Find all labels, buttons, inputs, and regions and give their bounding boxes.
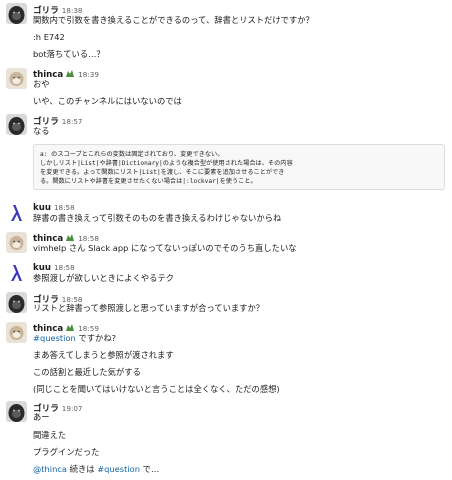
gorilla-avatar-icon	[6, 292, 27, 313]
message-text: この話割と最近した気がする	[33, 367, 141, 377]
timestamp[interactable]: 18:58	[78, 234, 99, 243]
user-mention-thinca[interactable]: @thinca	[33, 464, 67, 474]
avatar-kuu[interactable]	[6, 202, 27, 223]
thinca-avatar-icon	[6, 68, 27, 89]
lambda-avatar-icon	[6, 202, 27, 223]
gorilla-avatar-icon	[6, 3, 27, 24]
message-text: まあ答えてしまうと参照が渡されます	[33, 350, 174, 360]
message-text: おや	[33, 79, 50, 89]
channel-link-question[interactable]: #question	[97, 464, 140, 474]
message-text: 間違えた	[33, 430, 67, 440]
message-text: :h E742	[33, 32, 65, 42]
message-text: bot落ちている…？	[33, 49, 105, 59]
message-group: ゴリラ 19:07	[0, 401, 452, 423]
gorilla-avatar-icon	[6, 114, 27, 135]
message-text-rest: ですかね?	[75, 333, 117, 343]
status-emoji-icon	[66, 70, 75, 77]
avatar-gorilla[interactable]	[6, 114, 27, 135]
avatar-gorilla[interactable]	[6, 292, 27, 313]
message-text-mid: 続きは	[67, 464, 98, 474]
avatar-kuu[interactable]	[6, 262, 27, 283]
message-text: (同じことを聞いてはいけないと言うことは全くなく、ただの感想)	[33, 384, 280, 394]
message-text: 参照渡しが欲しいときによくやるテク	[33, 273, 175, 283]
avatar-thinca[interactable]	[6, 68, 27, 89]
message-text: あー	[33, 412, 50, 422]
avatar-thinca[interactable]	[6, 232, 27, 253]
timestamp[interactable]: 18:58	[54, 263, 75, 272]
username[interactable]: kuu	[33, 203, 51, 213]
message-text: #question ですかね?	[33, 333, 116, 344]
code-block: a: のスコープとこれらの変数は固定されており、変更できない。 しかしリスト|L…	[33, 144, 445, 190]
status-emoji-icon	[66, 324, 75, 331]
username[interactable]: kuu	[33, 263, 51, 273]
timestamp[interactable]: 18:58	[54, 203, 75, 212]
message-text-end: で…	[140, 464, 160, 474]
message-text: 関数内で引数を書き換えることができるのって、辞書とリストだけですか？	[33, 15, 314, 25]
timestamp[interactable]: 18:39	[78, 70, 99, 79]
thinca-avatar-icon	[6, 322, 27, 343]
timestamp[interactable]: 18:59	[78, 324, 99, 333]
channel-link-question[interactable]: #question	[33, 333, 76, 343]
status-emoji-icon	[66, 234, 75, 241]
message-text: @thinca 続きは #question で…	[33, 464, 159, 475]
chat-message-list: ゴリラ 18:38 関数内で引数を書き換えることができるのって、辞書とリストだけで…	[0, 0, 452, 480]
code-line: を変更できる。よって関数にリスト|List|を渡し、そこに要素を追加させることが…	[40, 169, 285, 176]
code-line: しかしリスト|List|や辞書|Dictionary|のような複合型が使用された…	[40, 160, 293, 167]
message-text: 辞書の書き換えって引数そのものを書き換えるわけじゃないからね	[33, 213, 282, 223]
message-text: いや、このチャンネルにはいないのでは	[33, 96, 182, 106]
message-text: リストと辞書って参照渡しと思っていますが合っていますか？	[33, 303, 265, 313]
timestamp[interactable]: 19:07	[62, 404, 83, 413]
message-text: プラグインだった	[33, 447, 100, 457]
avatar-thinca[interactable]	[6, 322, 27, 343]
lambda-avatar-icon	[6, 262, 27, 283]
message-text: なる	[33, 126, 50, 136]
message-group: thinca 18:39	[0, 68, 452, 90]
code-line: る。関数にリストや辞書を変更させたくない場合は|:lockvar|を使うこと。	[40, 178, 257, 185]
thinca-avatar-icon	[6, 232, 27, 253]
timestamp[interactable]: 18:57	[62, 117, 83, 126]
code-line: a: のスコープとこれらの変数は固定されており、変更できない。	[40, 151, 224, 158]
avatar-gorilla[interactable]	[6, 401, 27, 422]
message-group: ゴリラ 18:57	[0, 114, 452, 136]
avatar-gorilla[interactable]	[6, 3, 27, 24]
timestamp[interactable]: 18:38	[62, 6, 83, 15]
message-text: vimhelp さん Slack app になってないっぽいのでそのうち直したい…	[33, 243, 297, 253]
gorilla-avatar-icon	[6, 401, 27, 422]
